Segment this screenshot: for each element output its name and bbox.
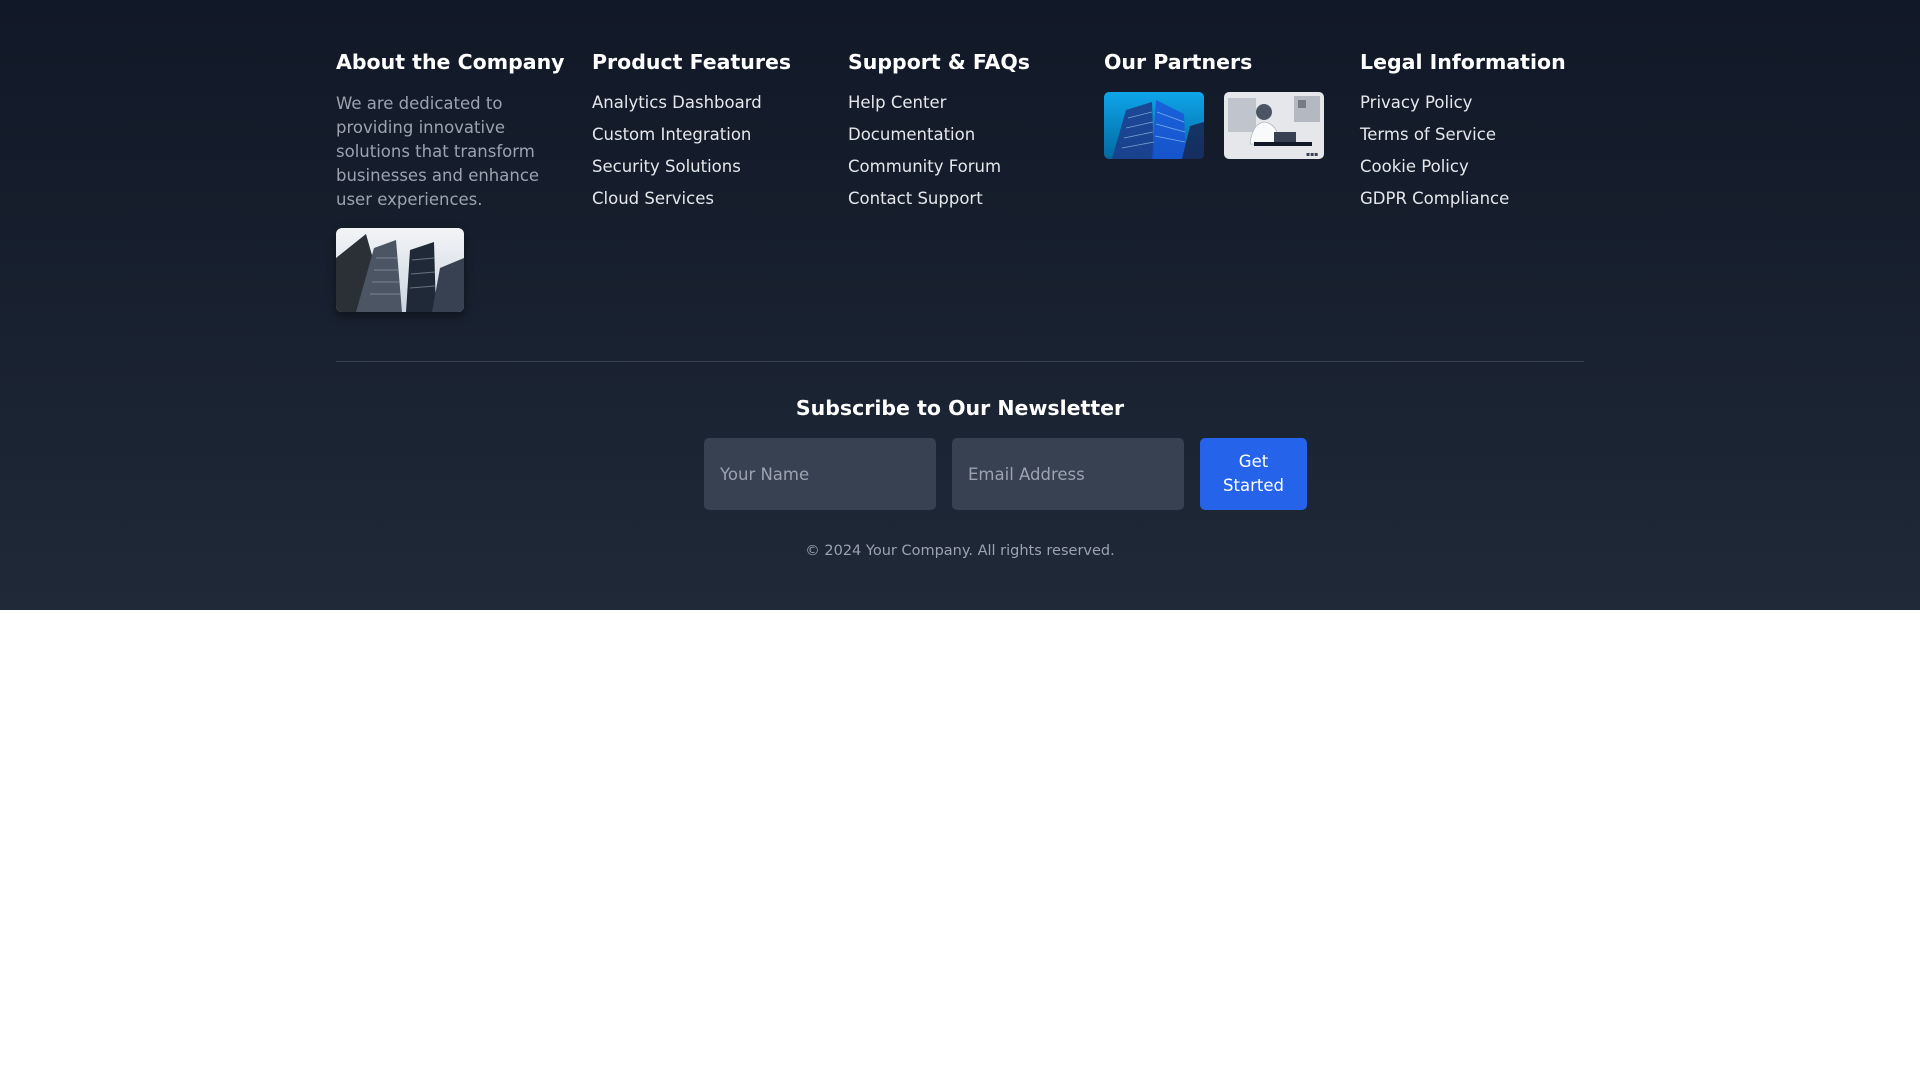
newsletter-email-input[interactable] <box>952 438 1184 510</box>
about-building-image <box>336 228 464 312</box>
legal-link-privacy[interactable]: Privacy Policy <box>1360 92 1509 124</box>
support-link-community[interactable]: Community Forum <box>848 156 1001 188</box>
newsletter-heading: Subscribe to Our Newsletter <box>795 396 1125 420</box>
svg-text:▪▪▪: ▪▪▪ <box>1306 151 1318 158</box>
legal-link-gdpr[interactable]: GDPR Compliance <box>1360 188 1509 220</box>
footer-divider <box>336 361 1584 362</box>
features-link-integration[interactable]: Custom Integration <box>592 124 762 156</box>
site-footer: About the Company We are dedicated to pr… <box>0 0 1920 610</box>
features-link-cloud[interactable]: Cloud Services <box>592 188 762 220</box>
features-link-security[interactable]: Security Solutions <box>592 156 762 188</box>
features-heading: Product Features <box>592 50 792 74</box>
about-text: We are dedicated to providing innovative… <box>336 94 540 209</box>
copyright-text: © 2024 Your Company. All rights reserved… <box>805 543 1115 559</box>
support-heading: Support & FAQs <box>848 50 1030 74</box>
partner-logo-person[interactable]: ▪▪▪ <box>1224 92 1324 159</box>
partner-logo-building[interactable] <box>1104 92 1204 159</box>
newsletter-name-input[interactable] <box>704 438 936 510</box>
get-started-button[interactable]: Get Started <box>1200 438 1307 510</box>
features-list: Analytics Dashboard Custom Integration S… <box>592 92 762 220</box>
support-link-documentation[interactable]: Documentation <box>848 124 1001 156</box>
features-link-analytics[interactable]: Analytics Dashboard <box>592 92 762 124</box>
about-heading: About the Company <box>336 50 565 74</box>
support-link-contact[interactable]: Contact Support <box>848 188 1001 220</box>
support-list: Help Center Documentation Community Foru… <box>848 92 1001 220</box>
legal-heading: Legal Information <box>1360 50 1566 74</box>
legal-link-terms[interactable]: Terms of Service <box>1360 124 1509 156</box>
support-link-help-center[interactable]: Help Center <box>848 92 1001 124</box>
partners-heading: Our Partners <box>1104 50 1253 74</box>
legal-link-cookie[interactable]: Cookie Policy <box>1360 156 1509 188</box>
legal-list: Privacy Policy Terms of Service Cookie P… <box>1360 92 1509 220</box>
